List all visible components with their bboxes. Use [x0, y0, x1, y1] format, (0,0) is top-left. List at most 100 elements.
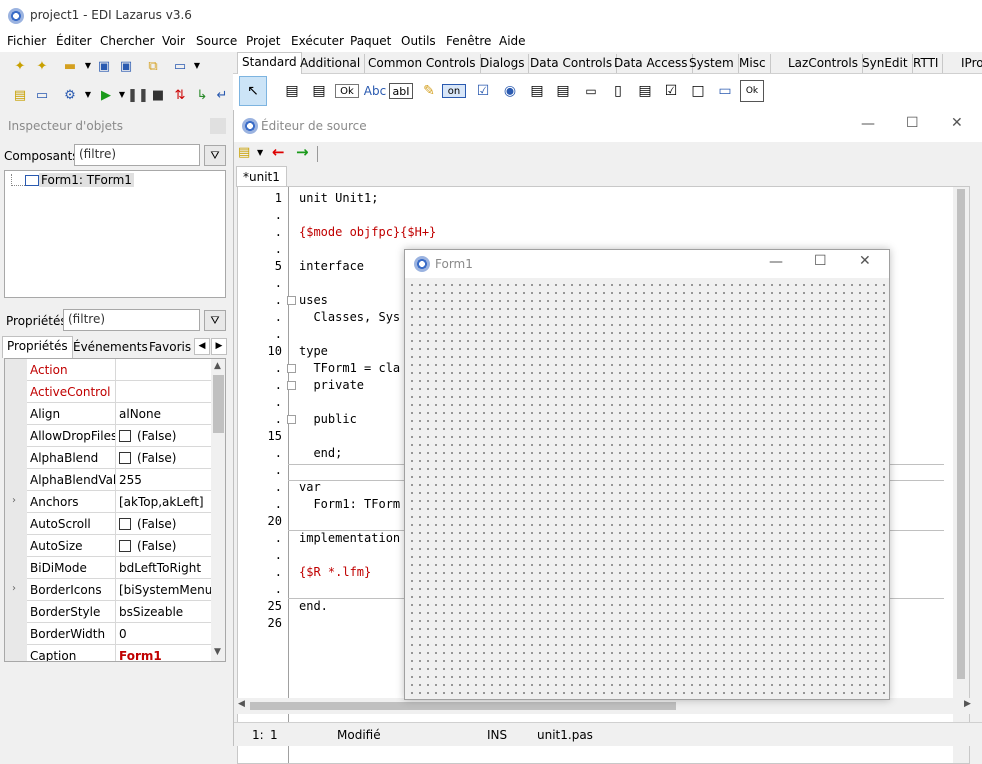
view-units-icon[interactable]: ▤ — [10, 85, 30, 105]
form1-maximize-icon[interactable]: ☐ — [814, 253, 827, 269]
property-value[interactable]: alNone — [119, 407, 211, 421]
tscrollbar-icon[interactable]: ▭ — [579, 80, 603, 102]
property-row[interactable]: AutoScroll (False) — [5, 513, 211, 535]
pointer-icon[interactable]: ↖ — [239, 76, 267, 106]
property-row[interactable]: Caption Form1 — [5, 645, 211, 661]
tabs-scroll-left-icon[interactable]: ◀ — [194, 338, 210, 355]
tab-unit1[interactable]: *unit1 — [236, 166, 287, 187]
form1-design-grid[interactable] — [405, 278, 889, 699]
property-row[interactable]: ActiveControl — [5, 381, 211, 403]
tabs-scroll-right-icon[interactable]: ▶ — [211, 338, 227, 355]
fold-marker-icon[interactable] — [287, 415, 296, 424]
code-line[interactable]: end. — [299, 599, 328, 613]
property-row[interactable]: AutoSize (False) — [5, 535, 211, 557]
new-unit-icon[interactable]: ✦ — [10, 56, 30, 76]
vertical-scrollbar[interactable] — [953, 187, 969, 763]
tframe-icon[interactable]: ▭ — [713, 80, 737, 102]
tab-misc[interactable]: Misc — [735, 54, 771, 73]
code-line[interactable]: type — [299, 344, 328, 358]
checkbox-icon[interactable] — [119, 518, 131, 530]
property-value[interactable]: (False) — [119, 517, 211, 531]
code-line[interactable]: end; — [299, 446, 342, 460]
code-line[interactable]: var — [299, 480, 321, 494]
maximize-icon[interactable]: ☐ — [906, 115, 919, 131]
property-row[interactable]: AlphaBlendValu 255 — [5, 469, 211, 491]
tab-proprietes[interactable]: Propriétés — [2, 336, 73, 358]
build-dropdown-icon[interactable]: ▼ — [78, 85, 98, 105]
code-line[interactable]: unit Unit1; — [299, 191, 378, 205]
tab-system[interactable]: System — [685, 54, 739, 73]
expand-chevron-icon[interactable]: › — [12, 495, 16, 506]
form1-window[interactable]: Form1 — ☐ ✕ — [404, 249, 890, 700]
tactionlist-icon[interactable]: Ok — [740, 80, 764, 102]
tab-common-controls[interactable]: Common Controls — [364, 54, 481, 73]
menu-aide[interactable]: Aide — [499, 34, 526, 48]
tree-item-form1[interactable]: Form1: TForm1 — [39, 173, 134, 187]
pause-icon[interactable]: ❚❚ — [127, 85, 149, 105]
toggle-form-icon[interactable]: ⧉ — [143, 56, 163, 76]
code-line[interactable]: Form1: TForm — [299, 497, 400, 511]
code-line[interactable]: implementation — [299, 531, 400, 545]
vertical-scroll-thumb[interactable] — [957, 189, 965, 679]
tradiobutton-icon[interactable]: ◉ — [498, 80, 522, 102]
properties-filter-clear-icon[interactable]: ⛛ — [204, 310, 226, 331]
tpopupmenu-icon[interactable]: ▤ — [307, 80, 331, 102]
components-filter-input[interactable]: (filtre) — [74, 144, 200, 166]
menu-outils[interactable]: Outils — [401, 34, 436, 48]
inspector-close-icon[interactable] — [210, 118, 226, 134]
step-out-icon[interactable]: ↵ — [212, 85, 232, 105]
property-row[interactable]: Align alNone — [5, 403, 211, 425]
property-row[interactable]: AlphaBlend (False) — [5, 447, 211, 469]
menu-chercher[interactable]: Chercher — [100, 34, 155, 48]
view-dropdown-icon[interactable]: ▼ — [187, 56, 207, 76]
property-value[interactable]: [biSystemMenu,I — [119, 583, 211, 597]
code-line[interactable]: Classes, Sys — [299, 310, 400, 324]
horizontal-scrollbar[interactable]: ◀ ▶ — [234, 698, 980, 714]
property-row[interactable]: › Anchors [akTop,akLeft] — [5, 491, 211, 513]
tcombobox-icon[interactable]: ▤ — [551, 80, 575, 102]
checkbox-icon[interactable] — [119, 430, 131, 442]
property-row[interactable]: Action — [5, 359, 211, 381]
tbutton-icon[interactable]: Ok — [335, 84, 359, 98]
horizontal-scroll-thumb[interactable] — [250, 702, 676, 710]
tab-ipro[interactable]: IPro — [957, 54, 982, 73]
tmemo-icon[interactable]: ✎ — [417, 80, 441, 102]
menu-executer[interactable]: Exécuter — [291, 34, 344, 48]
menu-fichier[interactable]: Fichier — [7, 34, 46, 48]
tlabel-icon[interactable]: Abc — [363, 80, 387, 102]
hscroll-left-icon[interactable]: ◀ — [238, 699, 245, 709]
property-value[interactable]: (False) — [119, 451, 211, 465]
fold-marker-icon[interactable] — [287, 381, 296, 390]
property-value[interactable]: Form1 — [119, 649, 211, 661]
property-value[interactable]: 255 — [119, 473, 211, 487]
tab-standard[interactable]: Standard — [237, 52, 302, 75]
scroll-down-icon[interactable]: ▼ — [214, 647, 221, 657]
checkbox-icon[interactable] — [119, 540, 131, 552]
fold-marker-icon[interactable] — [287, 364, 296, 373]
scroll-up-icon[interactable]: ▲ — [214, 361, 221, 371]
fold-marker-icon[interactable] — [287, 296, 296, 305]
property-row[interactable]: › BorderIcons [biSystemMenu,I — [5, 579, 211, 601]
property-value[interactable]: [akTop,akLeft] — [119, 495, 211, 509]
tedit-icon[interactable]: abI — [389, 83, 413, 99]
tab-additional[interactable]: Additional — [296, 54, 366, 73]
property-value[interactable]: 0 — [119, 627, 211, 641]
property-grid-scrollbar[interactable]: ▲ ▼ — [211, 359, 225, 661]
components-filter-clear-icon[interactable]: ⛛ — [204, 145, 226, 166]
tab-favoris[interactable]: Favoris — [149, 340, 191, 354]
property-row[interactable]: BorderStyle bsSizeable — [5, 601, 211, 623]
code-line[interactable]: interface — [299, 259, 364, 273]
tab-evenements[interactable]: Événements — [73, 340, 148, 354]
form1-close-icon[interactable]: ✕ — [859, 253, 871, 269]
code-line[interactable]: private — [299, 378, 364, 392]
code-line[interactable]: TForm1 = cla — [299, 361, 400, 375]
forward-arrow-icon[interactable]: → — [296, 143, 309, 161]
menu-paquet[interactable]: Paquet — [350, 34, 391, 48]
property-value[interactable]: (False) — [119, 429, 211, 443]
expand-chevron-icon[interactable]: › — [12, 583, 16, 594]
editor-jump-dropdown-icon[interactable]: ▼ — [257, 148, 263, 157]
save-all-icon[interactable]: ▣ — [116, 56, 136, 76]
menu-projet[interactable]: Projet — [246, 34, 280, 48]
step-into-icon[interactable]: ⇅ — [170, 85, 190, 105]
close-icon[interactable]: ✕ — [951, 115, 963, 131]
